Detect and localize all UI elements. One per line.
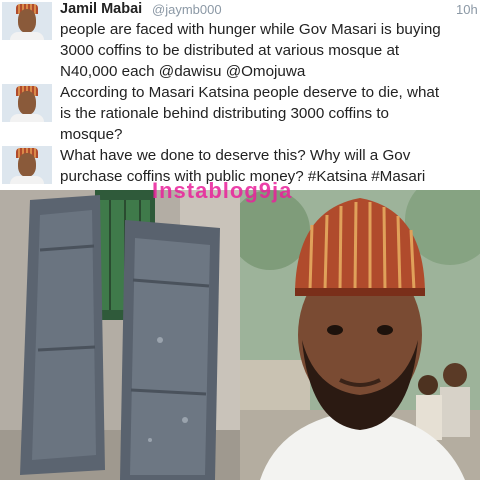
watermark: Instablog9ja <box>152 178 293 203</box>
coffins-photo <box>0 190 240 480</box>
coffins-image <box>0 190 240 480</box>
person-photo <box>240 190 480 480</box>
tweet-text: According to Masari Katsina people deser… <box>60 84 440 143</box>
avatar[interactable] <box>2 84 52 122</box>
tweet-thread: Jamil Mabai @jaymb000 10h people are fac… <box>0 0 480 190</box>
person-image <box>240 190 480 480</box>
avatar[interactable] <box>2 146 52 184</box>
tweet-timestamp[interactable]: 10h <box>456 2 478 17</box>
avatar[interactable] <box>2 2 52 40</box>
tweet-text: people are faced with hunger while Gov M… <box>60 21 441 80</box>
author-handle[interactable]: @jaymb000 <box>152 2 222 17</box>
author-name[interactable]: Jamil Mabai <box>60 1 142 17</box>
